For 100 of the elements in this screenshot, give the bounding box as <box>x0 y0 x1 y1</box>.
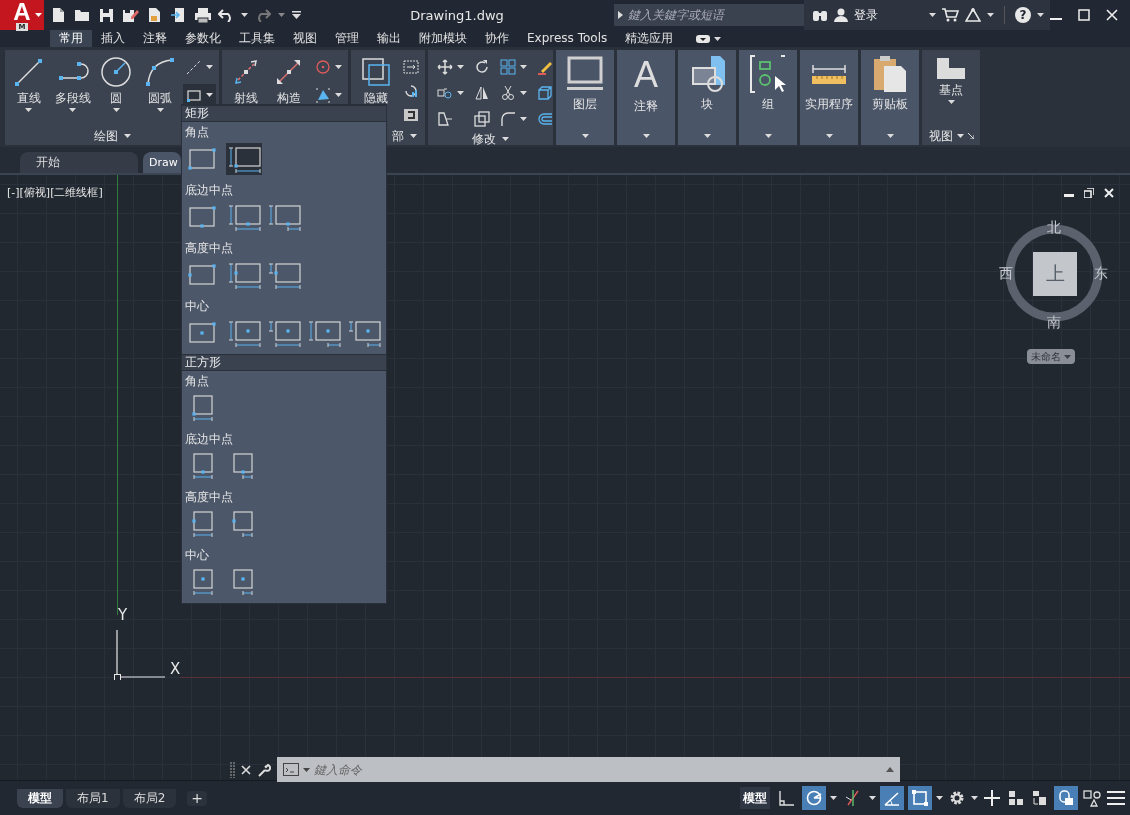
angle-icon <box>883 789 901 807</box>
cart-icon[interactable] <box>942 8 959 22</box>
command-input-field[interactable]: 鍵入命令 <box>314 762 882 777</box>
rotate-icon <box>474 59 490 75</box>
model-space-button[interactable]: 模型 <box>740 787 770 809</box>
file-tab[interactable]: 开始 <box>20 152 138 173</box>
command-line-bar[interactable]: 鍵入命令 <box>277 757 900 782</box>
caret-icon <box>520 117 527 121</box>
save-as-icon[interactable] <box>122 7 139 23</box>
compass-south[interactable]: 南 <box>1047 314 1061 330</box>
ribbon-tab[interactable]: 协作 <box>476 30 518 47</box>
panel-title[interactable]: 修改 <box>472 130 496 148</box>
ribbon-tab[interactable]: 精选应用 <box>616 30 683 47</box>
panel-title[interactable]: 视图 <box>928 127 953 145</box>
ribbon-tab[interactable]: 常用 <box>50 30 92 47</box>
new-file-icon[interactable] <box>50 7 67 23</box>
open-folder-icon[interactable] <box>74 7 91 23</box>
menu-icon[interactable] <box>1106 789 1126 807</box>
base-point-button[interactable]: 基点 <box>925 54 977 127</box>
blocks-icon[interactable] <box>1006 789 1026 807</box>
search-field[interactable]: 鍵入关鍵字或短语 <box>628 8 804 22</box>
hatch-icon <box>315 87 331 103</box>
add-layout-button[interactable]: + <box>187 790 207 806</box>
ribbon-tab[interactable]: Express Tools <box>518 30 617 47</box>
l-shape-icon <box>935 56 967 80</box>
search-bar[interactable]: 鍵入关鍵字或短语 <box>614 4 804 26</box>
y-axis-label: Y <box>118 606 128 624</box>
redo-icon[interactable] <box>255 8 271 22</box>
compass-east[interactable]: 东 <box>1094 265 1108 281</box>
caret-icon <box>1064 354 1071 359</box>
angle-toggle[interactable] <box>880 786 904 810</box>
polyline-button[interactable]: 多段线 <box>51 54 94 127</box>
scale-button[interactable] <box>471 108 493 130</box>
ribbon-tab[interactable]: 视图 <box>284 30 326 47</box>
ribbon-tab[interactable]: 注释 <box>134 30 176 47</box>
object-snap-toggle[interactable] <box>908 786 932 810</box>
restore-icon[interactable] <box>1084 188 1094 198</box>
wrench-icon[interactable] <box>257 762 271 777</box>
sign-in-link[interactable]: 登录 <box>854 6 878 24</box>
group-label: 高度中点 <box>184 240 234 256</box>
stretch-icon <box>437 111 453 127</box>
expand-arrow-icon[interactable] <box>618 11 623 19</box>
ribbon-tab[interactable]: 管理 <box>326 30 368 47</box>
ribbon-tab[interactable]: 参数化 <box>176 30 230 47</box>
plus-icon[interactable] <box>982 789 1002 807</box>
layout-tab[interactable]: 布局1 <box>66 788 120 808</box>
ribbon-tab[interactable]: 输出 <box>368 30 410 47</box>
command-prompt-icon[interactable] <box>283 763 299 776</box>
caret-icon <box>869 796 876 800</box>
binoculars-icon[interactable] <box>812 8 828 22</box>
file-tab[interactable]: Draw <box>143 152 181 173</box>
polar-tracking-toggle[interactable] <box>802 786 826 810</box>
grip-icon[interactable] <box>230 761 235 778</box>
ribbon-tab[interactable]: 附加模块 <box>410 30 476 47</box>
line-button[interactable]: 直线 <box>8 54 50 127</box>
viewport-controls[interactable]: [-][俯视][二维线框] <box>7 185 103 200</box>
undo-icon[interactable] <box>218 8 234 22</box>
ucs-menu-button[interactable]: 未命名 <box>1027 349 1075 364</box>
layout-tab[interactable]: 布局2 <box>122 788 177 808</box>
ribbon-toggle-icon[interactable] <box>696 34 711 43</box>
compass-west[interactable]: 西 <box>999 265 1013 281</box>
print-icon[interactable] <box>194 7 211 23</box>
layout-tab[interactable]: 模型 <box>17 788 63 808</box>
ribbon-tab[interactable]: 工具集 <box>230 30 284 47</box>
close-icon[interactable] <box>1104 188 1114 198</box>
ruler-icon <box>809 63 849 85</box>
viewcube-top-face[interactable]: 上 <box>1033 252 1077 296</box>
help-button[interactable]: ? <box>1015 7 1031 23</box>
up-caret-icon[interactable] <box>886 767 894 772</box>
caret-icon <box>278 13 285 17</box>
triangle-icon[interactable] <box>965 8 981 22</box>
caret-icon <box>764 134 772 138</box>
rectangle-button[interactable] <box>183 84 216 106</box>
group-label: 角点 <box>184 124 210 140</box>
caret-icon <box>335 93 342 97</box>
caret-icon <box>971 796 978 800</box>
customize-icon[interactable] <box>292 11 301 19</box>
rectangle-method-button[interactable] <box>226 143 262 175</box>
compass-north[interactable]: 北 <box>1047 219 1061 235</box>
user-icon <box>834 8 848 22</box>
expand-corner-icon[interactable] <box>967 133 974 139</box>
maximize-icon[interactable] <box>1078 9 1090 21</box>
panel-title[interactable]: 绘图 <box>93 127 118 145</box>
ribbon-tab[interactable]: 插入 <box>92 30 134 47</box>
scale-icon <box>474 111 490 127</box>
array-button[interactable] <box>497 56 530 78</box>
caret-icon <box>335 65 342 69</box>
arc-button[interactable]: 圆弧 <box>139 54 181 127</box>
document-icon[interactable] <box>146 7 163 23</box>
annotation-lock-toggle[interactable] <box>1054 786 1078 810</box>
caret-icon <box>520 65 527 69</box>
export-icon[interactable] <box>170 7 187 23</box>
caret-icon <box>35 13 42 17</box>
group-label: 高度中点 <box>184 489 234 505</box>
close-icon[interactable] <box>241 764 251 775</box>
circle-button[interactable]: 圆 <box>95 54 138 127</box>
shapes-icon[interactable] <box>1082 789 1102 807</box>
close-icon[interactable] <box>1106 9 1118 21</box>
panel-title[interactable]: 部 <box>392 127 404 145</box>
text-box-icon <box>403 59 419 75</box>
